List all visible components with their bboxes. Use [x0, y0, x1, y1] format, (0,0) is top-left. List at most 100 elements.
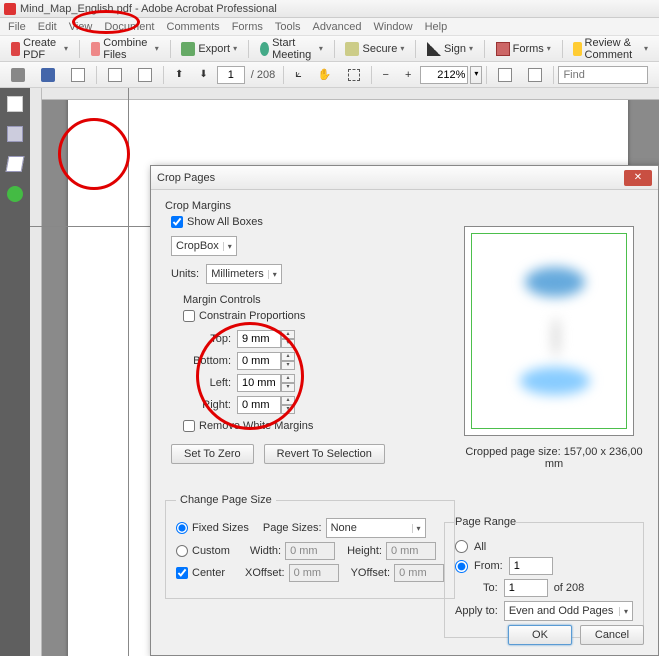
app-icon	[4, 3, 16, 15]
page-number-input[interactable]	[217, 66, 245, 84]
show-all-boxes-input[interactable]	[171, 216, 183, 228]
marquee-tool-button[interactable]	[341, 66, 367, 84]
save-button[interactable]	[34, 65, 62, 85]
ok-button[interactable]: OK	[508, 625, 572, 645]
toolbar-primary: Create PDF▾ Combine Files▾ Export▾ Start…	[0, 36, 659, 62]
preview-box	[464, 226, 634, 436]
to-label: To:	[483, 582, 498, 594]
units-select[interactable]: Millimeters▾	[206, 264, 282, 284]
start-meeting-label: Start Meeting	[272, 37, 316, 61]
bookmarks-panel-icon[interactable]	[7, 126, 23, 142]
left-up[interactable]: ▴	[281, 374, 295, 383]
top-up[interactable]: ▴	[281, 330, 295, 339]
lock-icon	[345, 42, 359, 56]
ruler-vertical	[30, 88, 42, 656]
zoom-input[interactable]	[420, 66, 468, 84]
page-view-button[interactable]	[101, 65, 129, 85]
from-radio[interactable]	[455, 560, 468, 573]
of-total-label: of 208	[554, 582, 585, 594]
all-radio[interactable]	[455, 540, 468, 553]
two-page-button[interactable]	[131, 65, 159, 85]
help-panel-icon[interactable]	[7, 186, 23, 202]
fit-page-button[interactable]	[521, 65, 549, 85]
export-button[interactable]: Export▾	[174, 39, 244, 59]
right-input[interactable]	[237, 396, 281, 414]
from-input[interactable]	[509, 557, 553, 575]
signatures-panel-icon[interactable]	[6, 156, 25, 172]
forms-label: Forms	[513, 43, 544, 55]
fixed-sizes-radio[interactable]	[176, 522, 188, 534]
combine-files-button[interactable]: Combine Files▾	[84, 34, 166, 64]
dialog-close-button[interactable]: ✕	[624, 170, 652, 186]
constrain-input[interactable]	[183, 310, 195, 322]
box-type-select[interactable]: CropBox▾	[171, 236, 237, 256]
pdf-icon	[11, 42, 20, 56]
combine-icon	[91, 42, 101, 56]
next-page-button[interactable]: ⬇	[192, 66, 214, 83]
menu-file[interactable]: File	[2, 21, 32, 33]
page-icon	[108, 68, 122, 82]
menu-advanced[interactable]: Advanced	[307, 21, 368, 33]
cancel-button[interactable]: Cancel	[580, 625, 644, 645]
top-input[interactable]	[237, 330, 281, 348]
zoom-dropdown[interactable]: ▾	[470, 66, 482, 84]
start-meeting-button[interactable]: Start Meeting▾	[253, 34, 330, 64]
right-spinner[interactable]: ▴▾	[237, 396, 295, 414]
menu-forms[interactable]: Forms	[226, 21, 269, 33]
apply-to-select[interactable]: Even and Odd Pages▾	[504, 601, 633, 621]
hand-tool-button[interactable]: ✋	[311, 65, 339, 84]
left-spinner[interactable]: ▴▾	[237, 374, 295, 392]
right-up[interactable]: ▴	[281, 396, 295, 405]
left-input[interactable]	[237, 374, 281, 392]
fit-width-button[interactable]	[491, 65, 519, 85]
zoom-out-button[interactable]: −	[376, 66, 396, 84]
bottom-input[interactable]	[237, 352, 281, 370]
menu-edit[interactable]: Edit	[32, 21, 63, 33]
bottom-down[interactable]: ▾	[281, 361, 295, 370]
review-comment-button[interactable]: Review & Comment▾	[566, 34, 655, 64]
create-pdf-button[interactable]: Create PDF▾	[4, 34, 75, 64]
minus-icon: −	[383, 69, 389, 81]
apply-to-value: Even and Odd Pages	[509, 605, 614, 617]
bottom-up[interactable]: ▴	[281, 352, 295, 361]
secure-button[interactable]: Secure▾	[338, 39, 411, 59]
pages-panel-icon[interactable]	[7, 96, 23, 112]
width-value: 0 mm	[285, 542, 335, 560]
prev-page-button[interactable]: ⬆	[168, 66, 190, 83]
zoom-in-button[interactable]: +	[398, 66, 418, 84]
guide-vertical[interactable]	[128, 88, 129, 656]
set-to-zero-button[interactable]: Set To Zero	[171, 444, 254, 464]
menu-comments[interactable]: Comments	[161, 21, 226, 33]
find-input[interactable]	[558, 66, 648, 84]
mail-button[interactable]	[64, 65, 92, 85]
menu-window[interactable]: Window	[367, 21, 418, 33]
top-spinner[interactable]: ▴▾	[237, 330, 295, 348]
to-input[interactable]	[504, 579, 548, 597]
width-label: Width:	[250, 545, 281, 557]
menu-help[interactable]: Help	[419, 21, 454, 33]
center-checkbox[interactable]	[176, 567, 188, 579]
fit-width-icon	[498, 68, 512, 82]
custom-radio[interactable]	[176, 545, 188, 557]
apply-to-label: Apply to:	[455, 605, 498, 617]
menu-tools[interactable]: Tools	[269, 21, 307, 33]
remove-white-input[interactable]	[183, 420, 195, 432]
select-tool-button[interactable]: ⟀	[288, 65, 309, 84]
revert-button[interactable]: Revert To Selection	[264, 444, 385, 464]
sign-button[interactable]: Sign▾	[420, 39, 480, 59]
menu-view[interactable]: View	[63, 21, 99, 33]
left-down[interactable]: ▾	[281, 383, 295, 392]
top-down[interactable]: ▾	[281, 339, 295, 348]
bottom-spinner[interactable]: ▴▾	[237, 352, 295, 370]
forms-button[interactable]: Forms▾	[489, 39, 558, 59]
xoffset-label: XOffset:	[245, 567, 285, 579]
fixed-sizes-label: Fixed Sizes	[192, 522, 249, 534]
dialog-titlebar[interactable]: Crop Pages ✕	[151, 166, 658, 190]
print-button[interactable]	[4, 65, 32, 85]
custom-label: Custom	[192, 545, 230, 557]
mail-icon	[71, 68, 85, 82]
review-comment-label: Review & Comment	[585, 37, 641, 61]
page-sizes-select[interactable]: None▾	[326, 518, 426, 538]
right-down[interactable]: ▾	[281, 405, 295, 414]
menu-document[interactable]: Document	[98, 21, 160, 33]
